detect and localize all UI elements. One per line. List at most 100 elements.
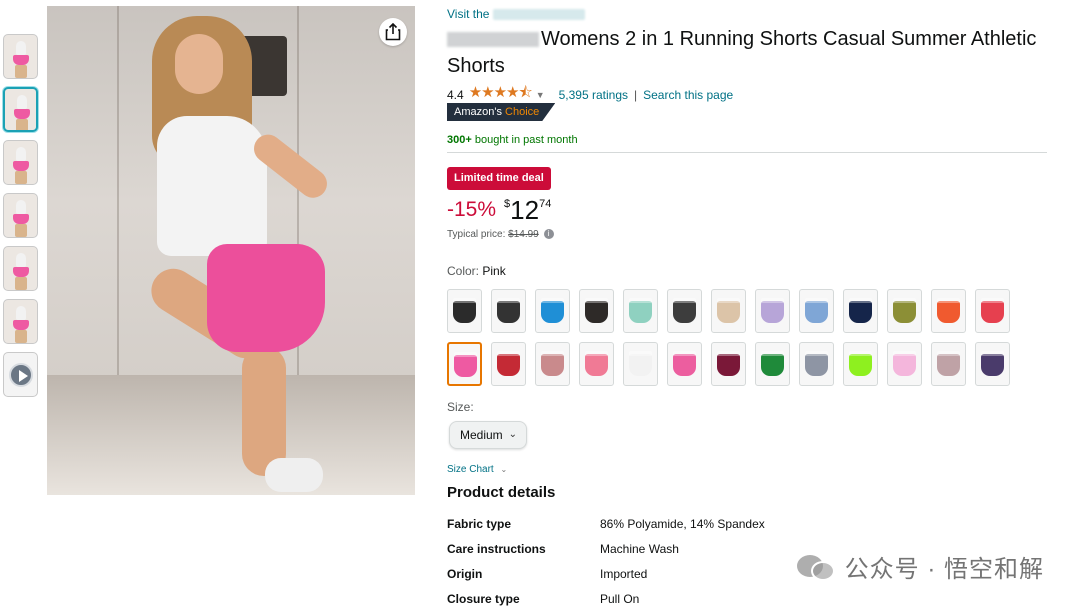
color-label-text: Color: xyxy=(447,264,480,278)
image-thumbnail[interactable] xyxy=(3,34,38,79)
size-chart-link[interactable]: Size Chart ⌄ xyxy=(447,464,507,475)
color-swatch[interactable] xyxy=(491,289,526,333)
thumbnail-strip xyxy=(3,34,39,405)
color-swatch[interactable] xyxy=(579,342,614,386)
amazons-choice-badge[interactable]: Amazon's Choice xyxy=(447,103,556,121)
swatch-waistband xyxy=(585,351,608,356)
detail-key: Origin xyxy=(447,567,483,581)
thumbnail-figure xyxy=(16,306,26,320)
swatch-waistband xyxy=(937,351,960,356)
share-button[interactable] xyxy=(379,18,407,46)
swatch-shorts xyxy=(849,301,872,323)
swatch-waistband xyxy=(805,298,828,303)
color-swatch[interactable] xyxy=(535,289,570,333)
separator: | xyxy=(634,87,638,102)
detail-row: Origin Imported xyxy=(447,567,847,592)
bought-text: bought in past month xyxy=(474,134,578,146)
swatch-shorts xyxy=(893,301,916,323)
swatch-shorts xyxy=(761,301,784,323)
image-thumbnail[interactable] xyxy=(3,193,38,238)
color-swatch[interactable] xyxy=(623,342,658,386)
image-thumbnail[interactable] xyxy=(3,87,38,132)
swatch-waistband xyxy=(849,298,872,303)
thumbnail-figure xyxy=(16,253,26,267)
color-swatch[interactable] xyxy=(931,289,966,333)
color-swatch[interactable] xyxy=(667,289,702,333)
size-label: Size: xyxy=(447,400,474,414)
swatch-shorts xyxy=(673,354,696,376)
color-swatch[interactable] xyxy=(931,342,966,386)
detail-key: Care instructions xyxy=(447,542,546,556)
swatch-shorts xyxy=(717,354,740,376)
detail-row: Closure type Pull On xyxy=(447,592,847,610)
model-tank-top xyxy=(157,116,267,256)
color-swatch[interactable] xyxy=(887,342,922,386)
product-details-heading: Product details xyxy=(447,484,556,501)
color-swatch[interactable] xyxy=(755,289,790,333)
choice-suffix: Choice xyxy=(505,106,540,118)
color-swatch[interactable] xyxy=(447,289,482,333)
swatch-shorts xyxy=(453,301,476,323)
color-label: Color: Pink xyxy=(447,264,506,278)
color-swatch[interactable] xyxy=(667,342,702,386)
color-swatch[interactable] xyxy=(623,289,658,333)
thumbnail-figure xyxy=(16,119,28,130)
color-swatch[interactable] xyxy=(975,289,1010,333)
swatch-waistband xyxy=(761,298,784,303)
product-title: Womens 2 in 1 Running Shorts Casual Summ… xyxy=(447,26,1037,80)
watermark-text: 公众号 · 悟空和解 xyxy=(844,556,1044,583)
color-swatch[interactable] xyxy=(755,342,790,386)
color-swatch[interactable] xyxy=(711,289,746,333)
detail-value: Pull On xyxy=(600,592,640,606)
bought-count: 300+ xyxy=(447,134,472,146)
thumbnail-figure xyxy=(15,277,27,290)
thumbnail-figure xyxy=(15,330,27,343)
typical-price: Typical price: $14.99 i xyxy=(447,229,554,240)
color-swatch[interactable] xyxy=(975,342,1010,386)
detail-row: Care instructions Machine Wash xyxy=(447,542,847,567)
video-thumbnail[interactable] xyxy=(3,352,38,397)
search-page-link[interactable]: Search this page xyxy=(643,88,733,102)
swatch-waistband xyxy=(937,298,960,303)
swatch-waistband xyxy=(541,351,564,356)
color-swatch[interactable] xyxy=(711,342,746,386)
color-swatch[interactable] xyxy=(843,342,878,386)
detail-key: Closure type xyxy=(447,592,520,606)
ratings-count-link[interactable]: 5,395 ratings xyxy=(559,88,628,102)
swatch-waistband xyxy=(981,298,1004,303)
swatch-shorts xyxy=(717,301,740,323)
color-swatch[interactable] xyxy=(799,289,834,333)
swatch-shorts xyxy=(761,354,784,376)
swatch-shorts xyxy=(805,354,828,376)
typical-price-label: Typical price: xyxy=(447,229,506,240)
play-icon xyxy=(9,363,33,387)
thumbnail-figure xyxy=(16,41,26,55)
image-thumbnail[interactable] xyxy=(3,246,38,291)
discount-percent: -15% xyxy=(447,198,497,221)
color-swatch[interactable] xyxy=(799,342,834,386)
color-swatch[interactable] xyxy=(535,342,570,386)
visit-store-link[interactable]: Visit the xyxy=(447,7,585,21)
swatch-shorts xyxy=(849,354,872,376)
swatch-waistband xyxy=(629,351,652,356)
info-icon[interactable]: i xyxy=(543,229,554,240)
swatch-waistband xyxy=(673,351,696,356)
color-swatch[interactable] xyxy=(843,289,878,333)
thumbnail-figure xyxy=(16,147,26,161)
divider xyxy=(447,152,1047,153)
swatch-waistband xyxy=(717,298,740,303)
color-swatch[interactable] xyxy=(491,342,526,386)
color-swatch[interactable] xyxy=(447,342,482,386)
product-details-table: Fabric type 86% Polyamide, 14% Spandex Car… xyxy=(447,517,847,610)
color-swatch[interactable] xyxy=(579,289,614,333)
swatch-waistband xyxy=(454,352,477,357)
image-thumbnail[interactable] xyxy=(3,140,38,185)
main-product-image[interactable] xyxy=(47,6,415,495)
choice-prefix: Amazon's xyxy=(454,106,502,118)
chevron-down-icon[interactable]: ▼ xyxy=(536,90,545,100)
image-thumbnail[interactable] xyxy=(3,299,38,344)
swatch-shorts xyxy=(497,301,520,323)
swatch-waistband xyxy=(893,351,916,356)
size-dropdown[interactable]: Medium ⌄ xyxy=(449,421,527,449)
color-swatch[interactable] xyxy=(887,289,922,333)
